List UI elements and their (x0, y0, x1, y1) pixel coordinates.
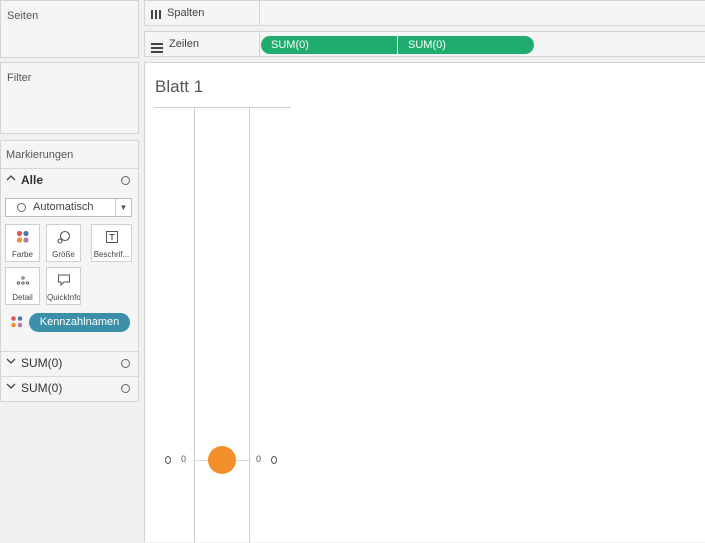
size-button[interactable]: Größe (46, 224, 81, 262)
circle-mark-icon (17, 203, 26, 212)
rows-label: Zeilen (169, 38, 199, 50)
chevron-up-icon[interactable] (6, 173, 16, 186)
marks-all-label: Alle (21, 173, 44, 187)
mark-type-value: Automatisch (33, 201, 94, 213)
marks-card: Markierungen Alle Automatisch ▼ Farbe Gr… (0, 140, 139, 402)
color-dots-icon (6, 229, 39, 245)
color-button-label: Farbe (12, 250, 33, 259)
size-button-label: Größe (52, 250, 75, 259)
rows-pill-sum[interactable]: SUM(0) (398, 36, 534, 54)
mark-type-dropdown[interactable]: Automatisch ▼ (5, 198, 132, 217)
label-button[interactable]: Beschrif... (91, 224, 132, 262)
right-axis-tick: 0 (256, 454, 262, 464)
marks-measure-row[interactable]: SUM(0) (1, 376, 138, 400)
detail-dots-icon (6, 272, 39, 288)
circle-mark-icon (121, 384, 130, 393)
rows-pill-sum[interactable]: SUM(0) (261, 36, 397, 54)
chevron-down-icon[interactable] (6, 381, 16, 394)
color-field-pill[interactable]: Kennzahlnamen (29, 313, 130, 332)
rows-drop-zone[interactable]: SUM(0) SUM(0) (259, 32, 705, 56)
label-button-label: Beschrif... (93, 250, 130, 259)
color-dots-icon (10, 315, 24, 334)
circle-mark-icon (121, 176, 130, 185)
axis-zero-icon (165, 456, 171, 464)
detail-button[interactable]: Detail (5, 267, 40, 305)
rows-shelf: Zeilen SUM(0) SUM(0) (144, 31, 705, 57)
title-divider (154, 107, 291, 108)
columns-label: Spalten (167, 7, 205, 19)
pages-card[interactable]: Seiten (0, 0, 139, 58)
marks-title: Markierungen (6, 149, 74, 161)
marks-all-row[interactable]: Alle (1, 168, 138, 192)
axis-line-left (194, 107, 195, 543)
circle-mark-icon (121, 359, 130, 368)
color-button[interactable]: Farbe (5, 224, 40, 262)
axis-zero-icon (271, 456, 277, 464)
marks-measure-row[interactable]: SUM(0) (1, 351, 138, 375)
tooltip-button[interactable]: QuickInfo (46, 267, 81, 305)
marks-measure-label: SUM(0) (21, 381, 63, 395)
pages-title: Seiten (7, 10, 39, 22)
filters-card[interactable]: Filter (0, 62, 139, 134)
size-icon (47, 229, 80, 245)
columns-shelf: Spalten (144, 0, 705, 26)
filters-title: Filter (7, 72, 32, 84)
marks-measure-label: SUM(0) (21, 356, 63, 370)
tooltip-icon (47, 272, 80, 288)
chevron-down-icon[interactable]: ▼ (115, 199, 131, 216)
detail-button-label: Detail (12, 293, 33, 302)
tick-line (193, 460, 209, 461)
left-axis-tick: 0 (181, 454, 187, 464)
columns-icon (151, 7, 161, 25)
worksheet-view[interactable]: Blatt 1 0 0 (144, 62, 705, 543)
data-mark-circle[interactable] (208, 446, 236, 474)
sheet-title[interactable]: Blatt 1 (155, 77, 203, 97)
rows-icon (151, 40, 163, 58)
columns-drop-zone[interactable] (259, 1, 705, 25)
axis-line-right (249, 107, 250, 543)
tick-line (235, 460, 251, 461)
chevron-down-icon[interactable] (6, 356, 16, 369)
tooltip-button-label: QuickInfo (47, 293, 80, 302)
text-label-icon (92, 229, 131, 245)
